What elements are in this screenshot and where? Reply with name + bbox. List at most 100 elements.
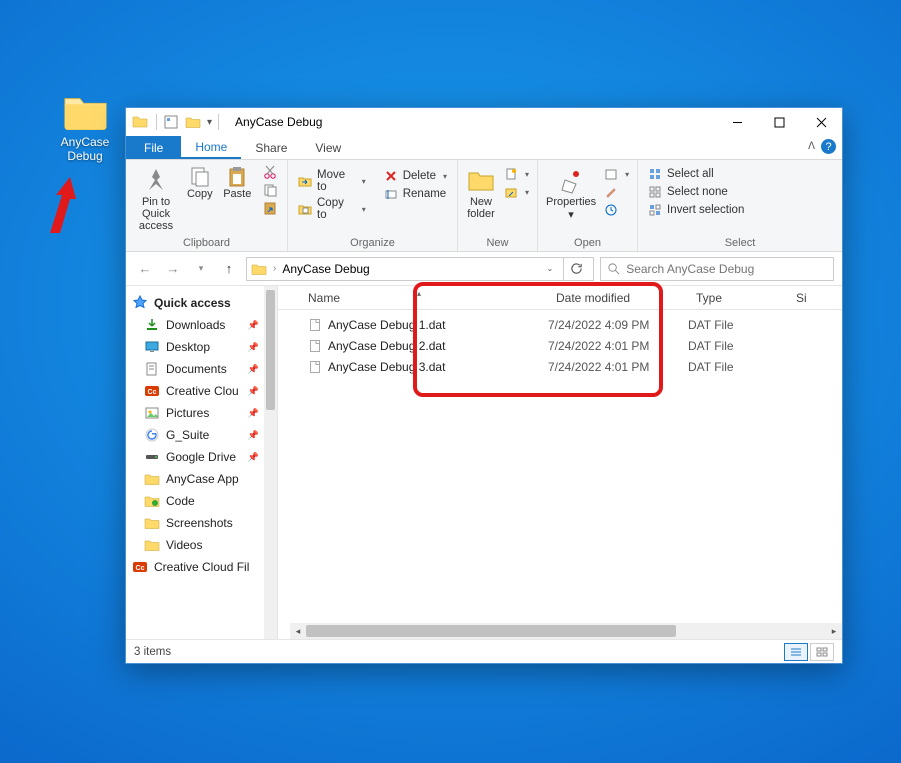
- minimize-button[interactable]: [716, 108, 758, 136]
- pin-icon: 📌: [248, 386, 259, 397]
- ribbon: Pin to Quickaccess Copy Paste Clipboard: [126, 160, 842, 252]
- sidebar-item-videos[interactable]: Videos: [126, 534, 277, 556]
- paste-shortcut-button[interactable]: [261, 200, 279, 216]
- newitem-button[interactable]: ▾: [502, 166, 531, 182]
- address-dropdown-icon[interactable]: ⌄: [546, 264, 557, 273]
- copyto-button[interactable]: Copy to▾: [296, 196, 368, 222]
- pin-icon: 📌: [248, 408, 259, 419]
- delete-button[interactable]: Delete▾: [382, 168, 449, 184]
- maximize-button[interactable]: [758, 108, 800, 136]
- explorer-window: ▾ AnyCase Debug File Home Share View ᐱ ?…: [125, 107, 843, 664]
- sidebar-item-g-suite[interactable]: G_Suite📌: [126, 424, 277, 446]
- titlebar: ▾ AnyCase Debug: [126, 108, 842, 136]
- sidebar-scrollbar[interactable]: [264, 286, 277, 639]
- paste-button[interactable]: Paste: [222, 164, 253, 200]
- easyaccess-button[interactable]: ▾: [502, 184, 531, 200]
- file-row[interactable]: AnyCase Debug 2.dat 7/24/2022 4:01 PM DA…: [278, 335, 842, 356]
- copy-path-button[interactable]: [261, 182, 279, 198]
- properties-button[interactable]: Properties ▾: [546, 164, 596, 221]
- file-name: AnyCase Debug 2.dat: [328, 339, 445, 353]
- tab-view[interactable]: View: [301, 136, 355, 159]
- search-box[interactable]: [600, 257, 834, 281]
- sidebar-item-documents[interactable]: Documents📌: [126, 358, 277, 380]
- col-type[interactable]: Type: [688, 291, 788, 305]
- sidebar-item-anycase-app[interactable]: AnyCase App: [126, 468, 277, 490]
- sidebar-item-screenshots[interactable]: Screenshots: [126, 512, 277, 534]
- file-icon: [308, 360, 322, 374]
- documents-icon: [144, 361, 160, 377]
- tab-home[interactable]: Home: [181, 136, 241, 159]
- close-button[interactable]: [800, 108, 842, 136]
- scroll-left-icon[interactable]: ◂: [290, 623, 306, 639]
- nav-up-button[interactable]: ↑: [218, 258, 240, 280]
- file-type: DAT File: [688, 360, 788, 374]
- scroll-right-icon[interactable]: ▸: [826, 623, 842, 639]
- desktop-folder-label: AnyCaseDebug: [50, 135, 120, 163]
- newfolder-button[interactable]: Newfolder: [466, 164, 496, 220]
- content-area: Quick access Downloads 📌 Desktop📌Documents…: [126, 286, 842, 639]
- breadcrumb[interactable]: AnyCase Debug: [282, 262, 369, 276]
- sidebar-item-desktop[interactable]: Desktop📌: [126, 336, 277, 358]
- history-button[interactable]: [602, 202, 631, 218]
- sidebar-item-downloads[interactable]: Downloads 📌: [126, 314, 277, 336]
- chevron-down-icon: ▾: [525, 170, 529, 179]
- sidebar-item-label: Downloads: [166, 318, 225, 332]
- pin-quickaccess-button[interactable]: Pin to Quickaccess: [134, 164, 178, 232]
- sidebar-item-label: Creative Clou: [166, 384, 239, 398]
- search-input[interactable]: [626, 262, 827, 276]
- col-name[interactable]: Name▴: [278, 291, 548, 305]
- help-button[interactable]: ?: [821, 139, 836, 154]
- ribbon-tabs: File Home Share View ᐱ ?: [126, 136, 842, 160]
- qat-dropdown-icon[interactable]: ▾: [207, 117, 212, 128]
- qat-newfolder-icon[interactable]: [185, 114, 201, 130]
- horizontal-scrollbar[interactable]: ◂ ▸: [290, 623, 842, 639]
- open-button[interactable]: ▾: [602, 166, 631, 182]
- tab-file[interactable]: File: [126, 136, 181, 159]
- nav-recent-dropdown[interactable]: ▾: [190, 258, 212, 280]
- file-name: AnyCase Debug 3.dat: [328, 360, 445, 374]
- chevron-down-icon: ▾: [568, 209, 574, 221]
- col-date[interactable]: Date modified: [548, 291, 688, 305]
- file-list-view: Name▴ Date modified Type Si AnyCase Debu…: [278, 286, 842, 639]
- sidebar-item-label: AnyCase App: [166, 472, 239, 486]
- view-details-button[interactable]: [784, 643, 808, 661]
- copy-button[interactable]: Copy: [184, 164, 215, 200]
- sidebar-ccfiles[interactable]: Cc Creative Cloud Fil: [126, 556, 277, 578]
- address-bar[interactable]: › AnyCase Debug ⌄: [246, 257, 594, 281]
- qat-properties-icon[interactable]: [163, 114, 179, 130]
- sidebar-item-label: G_Suite: [166, 428, 209, 442]
- file-type: DAT File: [688, 318, 788, 332]
- moveto-button[interactable]: Move to▾: [296, 168, 368, 194]
- file-date: 7/24/2022 4:01 PM: [548, 339, 688, 353]
- refresh-button[interactable]: [563, 258, 589, 280]
- search-icon: [607, 262, 620, 275]
- group-clipboard-label: Clipboard: [134, 235, 279, 249]
- status-bar: 3 items: [126, 639, 842, 663]
- selectnone-button[interactable]: Select none: [646, 184, 746, 200]
- view-icons-button[interactable]: [810, 643, 834, 661]
- pin-icon: 📌: [248, 320, 259, 331]
- address-bar-row: ← → ▾ ↑ › AnyCase Debug ⌄: [126, 252, 842, 286]
- sidebar-item-google-drive[interactable]: Google Drive📌: [126, 446, 277, 468]
- sidebar-item-creative-clou[interactable]: CcCreative Clou📌: [126, 380, 277, 402]
- nav-forward-button[interactable]: →: [162, 258, 184, 280]
- desktop-folder-anycase[interactable]: AnyCaseDebug: [50, 93, 120, 163]
- sidebar-item-code[interactable]: Code: [126, 490, 277, 512]
- sidebar-quickaccess[interactable]: Quick access: [126, 292, 277, 314]
- file-row[interactable]: AnyCase Debug 3.dat 7/24/2022 4:01 PM DA…: [278, 356, 842, 377]
- selectall-button[interactable]: Select all: [646, 166, 746, 182]
- folder-icon: [144, 471, 160, 487]
- col-size[interactable]: Si: [788, 291, 828, 305]
- cut-button[interactable]: [261, 164, 279, 180]
- invertselection-button[interactable]: Invert selection: [646, 202, 746, 218]
- chevron-down-icon: ▾: [525, 188, 529, 197]
- tab-share[interactable]: Share: [241, 136, 301, 159]
- edit-button[interactable]: [602, 184, 631, 200]
- nav-back-button[interactable]: ←: [134, 258, 156, 280]
- rename-button[interactable]: Rename: [382, 186, 449, 202]
- ribbon-collapse-icon[interactable]: ᐱ: [808, 141, 815, 152]
- sidebar-item-pictures[interactable]: Pictures📌: [126, 402, 277, 424]
- chevron-down-icon: ▾: [362, 205, 366, 214]
- file-row[interactable]: AnyCase Debug 1.dat 7/24/2022 4:09 PM DA…: [278, 314, 842, 335]
- file-date: 7/24/2022 4:09 PM: [548, 318, 688, 332]
